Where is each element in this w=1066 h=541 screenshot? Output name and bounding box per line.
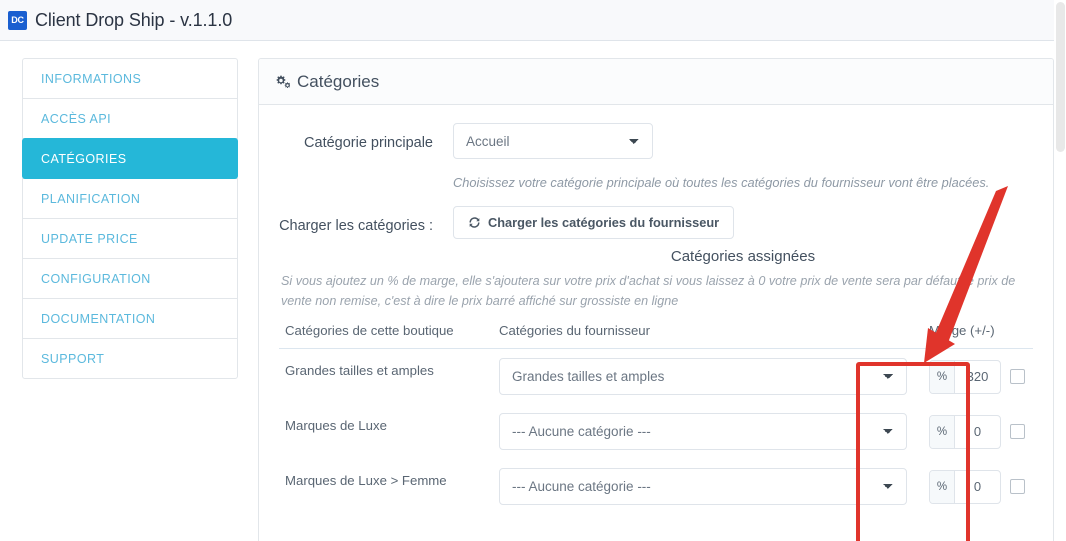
sidebar-item-label: INFORMATIONS bbox=[41, 71, 142, 86]
sidebar-item-label: PLANIFICATION bbox=[41, 191, 141, 206]
main-category-select[interactable]: Accueil bbox=[453, 123, 653, 159]
row-checkbox[interactable] bbox=[1010, 479, 1025, 495]
sidebar-item-label: CONFIGURATION bbox=[41, 271, 151, 286]
row-checkbox[interactable] bbox=[1010, 369, 1025, 385]
sidebar-item-label: ACCÈS API bbox=[41, 111, 112, 126]
sidebar-item-configuration[interactable]: CONFIGURATION bbox=[22, 258, 238, 299]
sidebar-item-documentation[interactable]: DOCUMENTATION bbox=[22, 298, 238, 339]
refresh-icon bbox=[468, 216, 481, 229]
sidebar-item-acces-api[interactable]: ACCÈS API bbox=[22, 98, 238, 139]
page-scrollbar[interactable] bbox=[1054, 0, 1066, 541]
margin-input-group: % bbox=[929, 414, 1001, 449]
app-icon: DC bbox=[8, 10, 27, 30]
table-header-row: Catégories de cette boutique Catégories … bbox=[279, 323, 1033, 350]
row-checkbox[interactable] bbox=[1010, 424, 1025, 440]
sidebar-item-informations[interactable]: INFORMATIONS bbox=[22, 58, 238, 99]
load-categories-label: Charger les catégories : bbox=[279, 218, 433, 235]
header-margin: Marge (+/-) bbox=[917, 323, 1033, 350]
margin-cell: % bbox=[929, 414, 1033, 449]
sidebar-item-support[interactable]: SUPPORT bbox=[22, 338, 238, 379]
panel-heading: Catégories bbox=[259, 59, 1053, 105]
load-button-label: Charger les catégories du fournisseur bbox=[488, 215, 720, 231]
percent-addon: % bbox=[930, 415, 955, 448]
window-title-bar: DC Client Drop Ship - v.1.1.0 bbox=[0, 0, 1066, 41]
supplier-category-select[interactable]: Grandes tailles et amples bbox=[499, 358, 907, 396]
panel-body: Catégorie principale Accueil Choisissez … bbox=[259, 105, 1053, 514]
main-category-label: Catégorie principale bbox=[304, 135, 433, 151]
supplier-category-select[interactable]: --- Aucune catégorie --- bbox=[499, 413, 907, 451]
supplier-category-select[interactable]: --- Aucune catégorie --- bbox=[499, 468, 907, 506]
margin-warning-text: Si vous ajoutez un % de marge, elle s'aj… bbox=[281, 274, 1016, 308]
main-category-row: Catégorie principale Accueil Choisissez … bbox=[279, 123, 1033, 192]
margin-input[interactable] bbox=[955, 415, 1000, 448]
table-row: Marques de Luxe --- Aucune catégorie ---… bbox=[279, 404, 1033, 459]
sidebar-item-label: UPDATE PRICE bbox=[41, 231, 138, 246]
window-title: Client Drop Ship - v.1.1.0 bbox=[35, 9, 233, 30]
percent-addon: % bbox=[930, 470, 955, 503]
sidebar-item-update-price[interactable]: UPDATE PRICE bbox=[22, 218, 238, 259]
page-content: INFORMATIONS ACCÈS API CATÉGORIES PLANIF… bbox=[0, 41, 1066, 541]
cogs-icon bbox=[273, 74, 290, 89]
assigned-categories-title: Catégories assignées bbox=[670, 248, 816, 266]
header-supplier-categories: Catégories du fournisseur bbox=[491, 323, 917, 350]
page-title: Catégories bbox=[297, 71, 380, 91]
margin-cell: % bbox=[929, 359, 1033, 394]
categories-panel: Catégories Catégorie principale Accueil … bbox=[258, 58, 1054, 541]
margin-input-group: % bbox=[929, 359, 1001, 394]
sidebar-nav: INFORMATIONS ACCÈS API CATÉGORIES PLANIF… bbox=[22, 58, 238, 541]
sidebar-item-categories[interactable]: CATÉGORIES bbox=[22, 138, 238, 179]
table-row: Grandes tailles et amples Grandes taille… bbox=[279, 349, 1033, 405]
load-supplier-categories-button[interactable]: Charger les catégories du fournisseur bbox=[453, 206, 735, 240]
main-category-help: Choisissez votre catégorie principale où… bbox=[453, 175, 990, 190]
margin-input[interactable] bbox=[955, 360, 1000, 393]
scrollbar-thumb[interactable] bbox=[1056, 2, 1065, 152]
shop-category-name: Marques de Luxe bbox=[285, 418, 387, 434]
table-row: Marques de Luxe > Femme --- Aucune catég… bbox=[279, 459, 1033, 514]
header-shop-categories: Catégories de cette boutique bbox=[279, 323, 491, 350]
margin-cell: % bbox=[929, 469, 1033, 504]
sidebar-item-label: SUPPORT bbox=[41, 351, 105, 366]
margin-input-group: % bbox=[929, 469, 1001, 504]
category-mapping-table: Catégories de cette boutique Catégories … bbox=[279, 323, 1033, 514]
shop-category-name: Grandes tailles et amples bbox=[285, 363, 434, 379]
percent-addon: % bbox=[930, 360, 955, 393]
load-categories-row: Charger les catégories : Charger les cat… bbox=[279, 206, 1033, 265]
sidebar-item-label: CATÉGORIES bbox=[41, 151, 127, 166]
margin-input[interactable] bbox=[955, 470, 1000, 503]
sidebar-item-label: DOCUMENTATION bbox=[41, 311, 156, 326]
shop-category-name: Marques de Luxe > Femme bbox=[285, 473, 447, 489]
sidebar-item-planification[interactable]: PLANIFICATION bbox=[22, 178, 238, 219]
